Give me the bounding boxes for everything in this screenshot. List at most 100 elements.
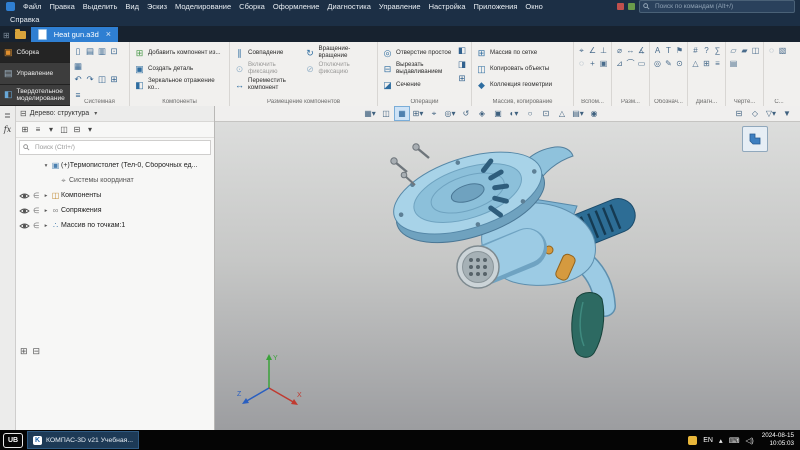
menu-item[interactable]: Вид: [121, 0, 143, 13]
menu-item[interactable]: Правка: [45, 0, 78, 13]
twisty-icon[interactable]: ▸: [42, 208, 50, 214]
operations-extra-icon[interactable]: ◨: [457, 59, 467, 70]
menu-item[interactable]: Настройка: [425, 0, 470, 13]
system-toolbar-icon[interactable]: ↷: [85, 73, 95, 86]
viewport-tool-icon[interactable]: ⊡: [539, 107, 553, 120]
operations-extra-icon[interactable]: ◧: [457, 45, 467, 56]
viewport-tool-icon[interactable]: ⌖: [427, 107, 441, 120]
filter-icon[interactable]: ∈: [33, 192, 40, 200]
dimension-icon[interactable]: ∡: [637, 45, 646, 56]
viewport-tool-icon[interactable]: ▽▾: [764, 107, 778, 120]
viewport-tool-icon[interactable]: ◈: [475, 107, 489, 120]
designation-icon[interactable]: A: [653, 45, 662, 56]
menu-item[interactable]: Оформление: [269, 0, 324, 13]
menu-item[interactable]: Эскиз: [143, 0, 171, 13]
viewport-tool-icon[interactable]: ▼: [780, 107, 794, 120]
auxiliary-icon[interactable]: ⊥: [599, 45, 608, 56]
auxiliary-icon[interactable]: +: [588, 58, 597, 69]
app-icon[interactable]: [6, 2, 15, 11]
tray-icon[interactable]: ▴: [719, 436, 723, 445]
rotation-rotation-button[interactable]: ↻ Вращение-вращение: [304, 45, 375, 61]
coincidence-button[interactable]: ∥ Совпадение: [233, 45, 304, 61]
viewport-tool-icon[interactable]: ⊞▾: [411, 107, 425, 120]
twisty-icon[interactable]: ▸: [42, 223, 50, 229]
tree-toolbar-icon[interactable]: ⊟: [72, 125, 82, 134]
auxiliary-icon[interactable]: ∠: [588, 45, 597, 56]
menu-item[interactable]: Окно: [521, 0, 546, 13]
macro-icon[interactable]: [628, 3, 635, 10]
system-toolbar-icon[interactable]: ⊞: [109, 73, 119, 86]
system-toolbar-icon[interactable]: ▤: [85, 45, 95, 58]
viewport-tool-icon[interactable]: ◎▾: [443, 107, 457, 120]
panelset-solid-modeling[interactable]: ◧ Твердотельное моделирование: [0, 85, 70, 106]
viewport-tool-icon[interactable]: △: [555, 107, 569, 120]
orientation-widget[interactable]: [742, 126, 768, 152]
more-icon[interactable]: ◌: [767, 45, 776, 56]
3d-canvas[interactable]: Y X Z: [215, 122, 800, 430]
designation-icon[interactable]: ⊙: [675, 58, 684, 69]
viewport-tool-icon[interactable]: ▤▾: [571, 107, 585, 120]
eye-icon[interactable]: [19, 207, 30, 215]
dimension-icon[interactable]: ⊿: [615, 58, 624, 69]
tree-item-coordinate-systems[interactable]: ⌖ Системы координат: [16, 173, 214, 188]
viewport-tool-icon[interactable]: ↺: [459, 107, 473, 120]
tree-toolbar-icon[interactable]: ≡: [33, 125, 43, 134]
viewport-tool-icon[interactable]: ◐▾: [507, 107, 521, 120]
tray-icon[interactable]: ◁): [746, 436, 754, 445]
eye-icon[interactable]: [19, 222, 30, 230]
move-component-button[interactable]: ↔ Переместить компонент: [233, 77, 304, 93]
tree-item-point-array[interactable]: ∈ ▸ ∴ Массив по точкам:1: [16, 218, 214, 233]
copy-objects-button[interactable]: ◫ Копировать объекты: [475, 61, 570, 77]
auxiliary-icon[interactable]: ⌖: [577, 45, 586, 56]
diagnostics-icon[interactable]: #: [691, 45, 700, 56]
more-icon[interactable]: ▧: [778, 45, 787, 56]
tree-toolbar-icon[interactable]: ◫: [59, 125, 69, 134]
create-part-button[interactable]: ▣ Создать деталь: [133, 61, 226, 77]
cut-extrude-button[interactable]: ⊟ Вырезать выдавливанием: [381, 61, 455, 77]
language-indicator[interactable]: EN: [703, 437, 713, 444]
eye-icon[interactable]: [19, 192, 30, 200]
heat-gun-model[interactable]: [365, 136, 665, 366]
taskbar-app-button[interactable]: K КОМПАС-3D v21 Учебная...: [27, 431, 139, 449]
dimension-icon[interactable]: ⌒: [626, 58, 635, 69]
system-toolbar-icon[interactable]: ⊡: [109, 45, 119, 58]
viewport-tool-icon[interactable]: ○: [523, 107, 537, 120]
viewport-tool-icon[interactable]: ▦▾: [363, 107, 377, 120]
tree-view-toggle-icon[interactable]: ⊟: [33, 346, 41, 357]
designation-icon[interactable]: T: [664, 45, 673, 56]
panelset-management[interactable]: ▤ Управление: [0, 63, 70, 84]
designation-icon[interactable]: ✎: [664, 58, 673, 69]
panelset-assembly[interactable]: ▣ Сборка: [0, 42, 70, 63]
start-button[interactable]: UB: [3, 433, 23, 448]
viewport-tool-icon[interactable]: ◫: [379, 107, 393, 120]
document-tab[interactable]: Heat gun.a3d ×: [31, 27, 118, 42]
viewport-tool-icon[interactable]: ⊟: [732, 107, 746, 120]
clock[interactable]: 2024-08-15 10:05:03: [760, 432, 794, 448]
auxiliary-icon[interactable]: ◌: [577, 58, 586, 69]
menu-item[interactable]: Приложения: [470, 0, 522, 13]
diagnostics-icon[interactable]: ∑: [713, 45, 722, 56]
viewport-tool-icon[interactable]: ◇: [748, 107, 762, 120]
drawing-icon[interactable]: ▱: [729, 45, 738, 56]
tree-toolbar-icon[interactable]: ▾: [85, 125, 95, 134]
tree-search-input[interactable]: [33, 143, 207, 152]
system-toolbar-icon[interactable]: ▦: [73, 60, 83, 73]
tree-toolbar-icon[interactable]: ⊞: [20, 125, 30, 134]
geometry-collection-button[interactable]: ◆ Коллекция геометрии: [475, 77, 570, 93]
drawing-icon[interactable]: ◫: [751, 45, 760, 56]
operations-extra-icon[interactable]: ⊞: [457, 73, 467, 84]
filter-icon[interactable]: ∈: [33, 207, 40, 215]
tray-icon[interactable]: ⌨: [729, 436, 740, 445]
system-toolbar-icon[interactable]: ▥: [97, 45, 107, 58]
parameters-icon[interactable]: ≣: [1, 108, 15, 122]
drawing-icon[interactable]: ▤: [729, 58, 738, 69]
twisty-icon[interactable]: ▸: [42, 193, 50, 199]
home-folder-icon[interactable]: [15, 31, 26, 39]
viewport-tool-icon[interactable]: ◉: [587, 107, 601, 120]
menu-item[interactable]: Диагностика: [323, 0, 374, 13]
close-tab-icon[interactable]: ×: [106, 30, 111, 39]
tree-toolbar-icon[interactable]: ▾: [46, 125, 56, 134]
tree-header[interactable]: ⊟ Дерево: структура ▾: [16, 106, 214, 122]
mirror-components-button[interactable]: ◧ Зеркальное отражение ко...: [133, 77, 226, 93]
tab-list-icon[interactable]: ⊞: [3, 31, 10, 40]
